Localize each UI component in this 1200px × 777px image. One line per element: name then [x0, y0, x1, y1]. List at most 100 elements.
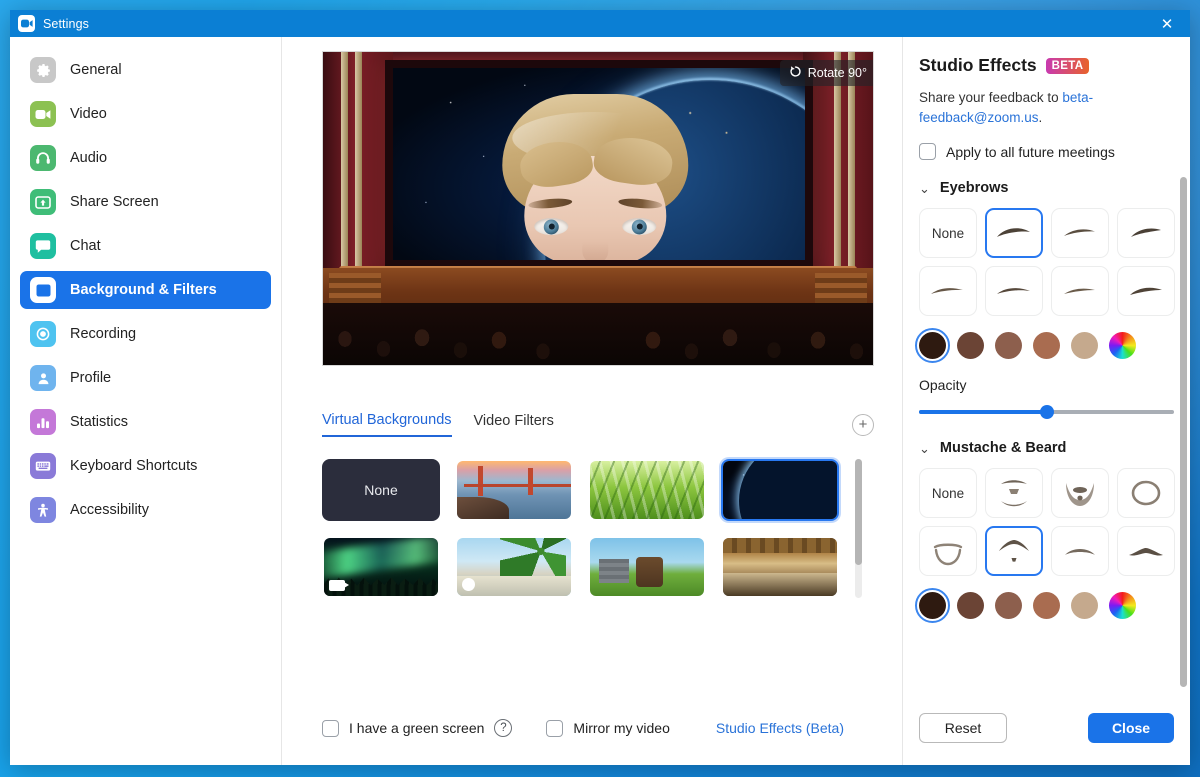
settings-window: Settings ✕ General Video Audio Share Scr… — [10, 10, 1190, 765]
mustache-option-2[interactable] — [1051, 468, 1109, 519]
mustache-option-3[interactable] — [1117, 468, 1175, 519]
sidebar-item-statistics[interactable]: Statistics — [20, 403, 271, 441]
studio-effects-link[interactable]: Studio Effects (Beta) — [716, 720, 862, 736]
mustache-color-swatch[interactable] — [995, 592, 1022, 620]
eyebrow-color-swatch[interactable] — [1071, 332, 1098, 360]
grass-image — [590, 461, 704, 519]
background-thumb-beach[interactable] — [455, 536, 573, 598]
background-thumb-lobby[interactable] — [721, 536, 839, 598]
eyebrow-option-1[interactable] — [985, 208, 1043, 259]
green-screen-checkbox[interactable] — [322, 719, 339, 737]
eyebrow-color-swatch[interactable] — [915, 328, 950, 364]
mirror-video-checkbox[interactable] — [546, 719, 564, 737]
sidebar-item-audio[interactable]: Audio — [20, 139, 271, 177]
reset-button[interactable]: Reset — [919, 713, 1007, 743]
settings-sidebar: General Video Audio Share Screen Chat Ba… — [10, 37, 282, 765]
sidebar-item-background-and-filters[interactable]: Background & Filters — [20, 271, 271, 309]
sidebar-item-chat[interactable]: Chat — [20, 227, 271, 265]
sidebar-item-label: Chat — [70, 238, 101, 254]
apply-all-label: Apply to all future meetings — [946, 143, 1115, 160]
background-thumb-bridge[interactable] — [455, 459, 573, 521]
sidebar-item-share-screen[interactable]: Share Screen — [20, 183, 271, 221]
tab-video-filters[interactable]: Video Filters — [474, 413, 554, 436]
eyebrow-option-4[interactable] — [919, 266, 977, 317]
accessibility-icon — [30, 497, 56, 523]
headphones-icon — [30, 145, 56, 171]
eyebrows-section-header[interactable]: ⌄ Eyebrows — [919, 180, 1174, 196]
sidebar-item-label: Keyboard Shortcuts — [70, 458, 198, 474]
sidebar-item-label: Profile — [70, 370, 112, 386]
mustache-option-6[interactable] — [1051, 526, 1109, 577]
rotate-90-button[interactable]: Rotate 90° — [779, 60, 873, 86]
theater-screen — [393, 68, 805, 260]
mustache-option-none[interactable]: None — [919, 468, 977, 519]
studio-effects-title: Studio Effects — [919, 55, 1037, 75]
background-thumb-minecraft[interactable] — [588, 536, 706, 598]
sidebar-item-profile[interactable]: Profile — [20, 359, 271, 397]
zoom-camera-icon — [18, 15, 35, 32]
background-thumb-aurora[interactable] — [322, 536, 440, 598]
sidebar-item-recording[interactable]: Recording — [20, 315, 271, 353]
background-thumb-grass[interactable] — [588, 459, 706, 521]
add-background-button[interactable]: + — [852, 413, 874, 436]
apply-all-checkbox[interactable] — [919, 143, 936, 161]
window-title: Settings — [43, 16, 89, 31]
eyebrow-color-swatch[interactable] — [957, 332, 984, 360]
eyebrow-option-none[interactable]: None — [919, 208, 977, 259]
background-thumb-none[interactable]: None — [322, 459, 440, 521]
eyebrow-color-swatch[interactable] — [995, 332, 1022, 360]
stairs-right — [815, 273, 867, 303]
close-button[interactable]: Close — [1088, 713, 1174, 743]
sidebar-item-label: Video — [70, 106, 107, 122]
background-thumb-space[interactable] — [721, 459, 839, 521]
gear-icon — [30, 57, 56, 83]
sidebar-item-label: Accessibility — [70, 502, 149, 518]
mustache-section-title: Mustache & Beard — [939, 440, 1067, 457]
lobby-image — [723, 538, 837, 596]
color-wheel-icon[interactable] — [1109, 592, 1136, 620]
eyebrow-shape-icon — [1131, 228, 1161, 238]
green-screen-label: I have a green screen — [349, 720, 485, 736]
color-wheel-icon[interactable] — [1109, 332, 1136, 360]
eyebrow-option-3[interactable] — [1117, 208, 1175, 259]
beard-shape-icon — [1131, 480, 1161, 506]
sidebar-item-accessibility[interactable]: Accessibility — [20, 491, 271, 529]
space-image — [723, 461, 837, 519]
studio-effects-scrollbar[interactable] — [1180, 177, 1187, 687]
chevron-down-icon: ⌄ — [919, 440, 930, 456]
eyebrow-option-6[interactable] — [1051, 266, 1109, 317]
person-icon — [30, 365, 56, 391]
mustache-color-swatch[interactable] — [915, 588, 950, 624]
stairs-left — [329, 273, 381, 303]
eyebrow-option-2[interactable] — [1051, 208, 1109, 259]
mustache-option-7[interactable] — [1117, 526, 1175, 577]
beard-shape-icon — [1001, 480, 1027, 507]
mustache-option-4[interactable] — [919, 526, 977, 577]
rotate-label: Rotate 90° — [807, 66, 867, 80]
opacity-slider-thumb[interactable] — [1039, 405, 1054, 420]
sidebar-item-general[interactable]: General — [20, 51, 271, 89]
eyebrow-color-swatch[interactable] — [1033, 332, 1060, 360]
mustache-option-1[interactable] — [985, 468, 1043, 519]
mustache-color-swatch[interactable] — [1071, 592, 1098, 620]
eyebrow-shape-icon — [1130, 287, 1162, 295]
opacity-slider[interactable] — [919, 404, 1174, 420]
eyebrow-option-5[interactable] — [985, 266, 1043, 317]
window-close-button[interactable]: ✕ — [1144, 10, 1190, 37]
feedback-prefix: Share your feedback to — [919, 90, 1063, 105]
mirror-video-label: Mirror my video — [573, 720, 670, 736]
backgrounds-grid: None — [322, 459, 839, 598]
backgrounds-scrollbar[interactable] — [855, 459, 862, 598]
mustache-section-header[interactable]: ⌄ Mustache & Beard — [919, 440, 1174, 456]
sidebar-item-video[interactable]: Video — [20, 95, 271, 133]
eyebrow-option-7[interactable] — [1117, 266, 1175, 317]
beta-badge: BETA — [1045, 57, 1090, 74]
eyebrow-shape-icon — [997, 228, 1030, 238]
sidebar-item-keyboard-shortcuts[interactable]: Keyboard Shortcuts — [20, 447, 271, 485]
help-icon[interactable]: ? — [494, 719, 513, 737]
mustache-color-swatch[interactable] — [1033, 592, 1060, 620]
mustache-option-5[interactable] — [985, 526, 1043, 577]
beard-shape-icon — [1129, 548, 1163, 556]
tab-virtual-backgrounds[interactable]: Virtual Backgrounds — [322, 412, 452, 437]
mustache-color-swatch[interactable] — [957, 592, 984, 620]
